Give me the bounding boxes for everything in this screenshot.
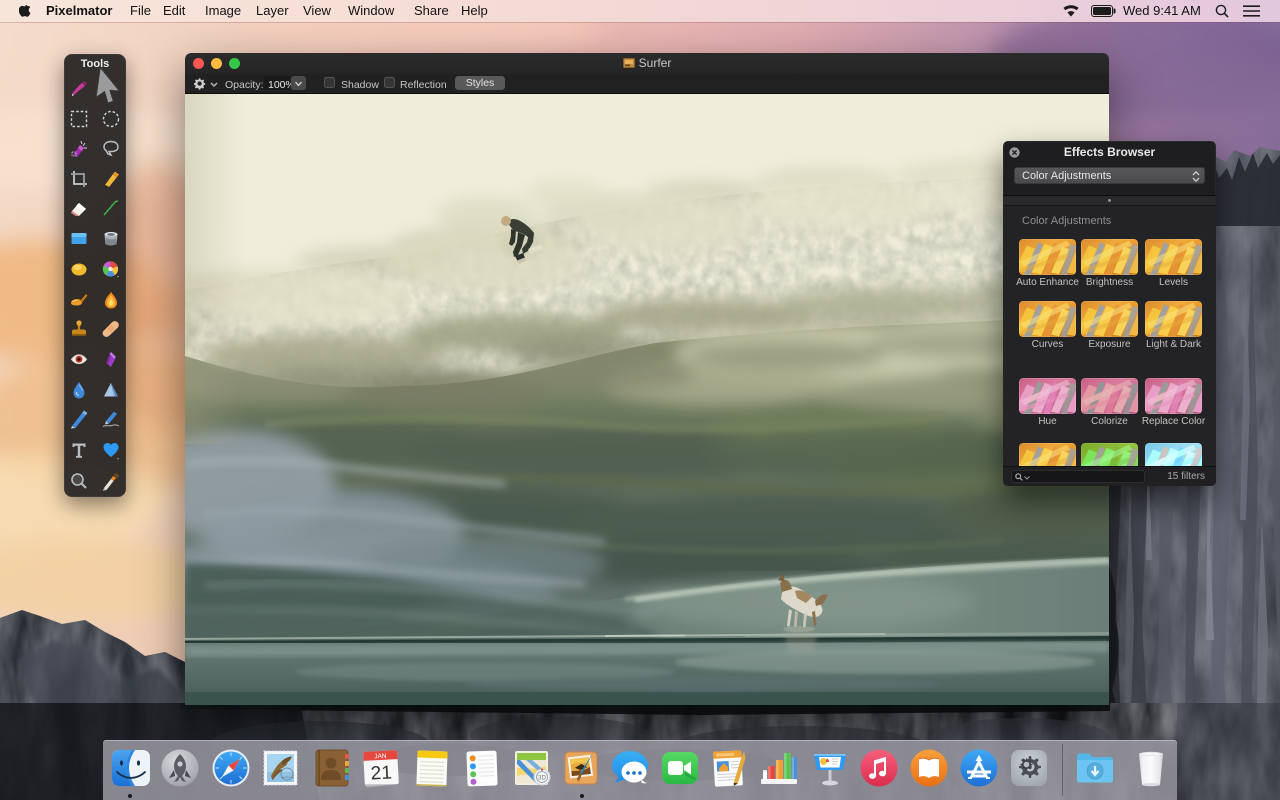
svg-text:JAN: JAN — [374, 753, 387, 761]
svg-text:3D: 3D — [538, 776, 546, 782]
svg-text:21: 21 — [370, 762, 392, 784]
